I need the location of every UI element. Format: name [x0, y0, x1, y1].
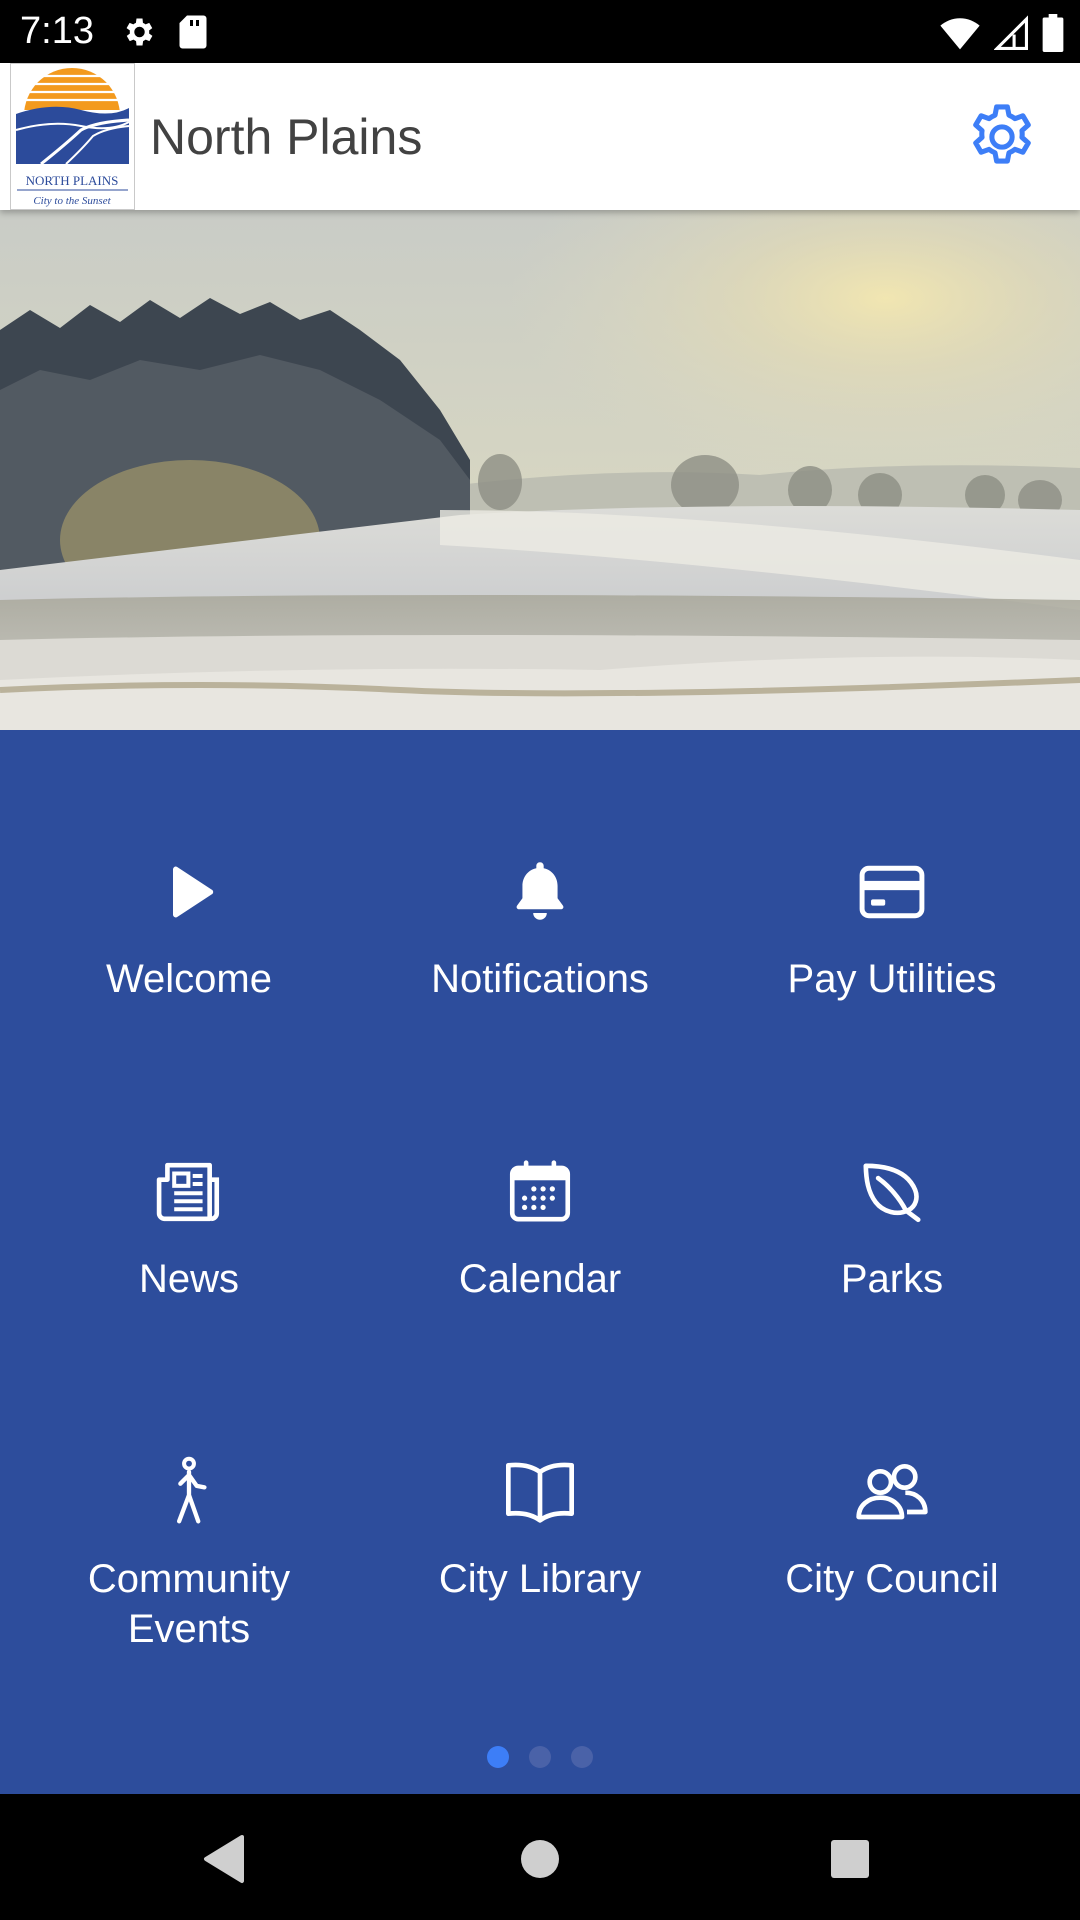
tile-community-events[interactable]: Community Events — [13, 1450, 365, 1710]
tile-label: News — [138, 1257, 240, 1301]
menu-panel: Welcome Notifications Pay Utilities News… — [0, 730, 1080, 1794]
tile-label: City Council — [785, 1557, 999, 1601]
tile-welcome[interactable]: Welcome — [13, 850, 365, 1110]
svg-text:NORTH PLAINS: NORTH PLAINS — [26, 173, 119, 188]
tile-parks[interactable]: Parks — [716, 1150, 1068, 1410]
walking-person-icon — [147, 1450, 231, 1534]
status-time: 7:13 — [20, 10, 94, 52]
sd-card-icon — [179, 15, 207, 49]
signal-icon — [994, 15, 1028, 50]
page-dot-3[interactable] — [571, 1746, 593, 1768]
app-title: North Plains — [150, 109, 423, 165]
status-bar: 7:13 — [0, 0, 1080, 63]
gear-icon — [973, 104, 1031, 164]
home-icon — [521, 1840, 559, 1878]
app-bar: NORTH PLAINS City to the Sunset North Pl… — [0, 63, 1080, 210]
tile-city-council[interactable]: City Council — [716, 1450, 1068, 1710]
settings-icon — [126, 18, 153, 46]
tile-label: Calendar — [458, 1257, 622, 1301]
tile-city-library[interactable]: City Library — [364, 1450, 716, 1710]
back-icon — [204, 1835, 244, 1883]
page-indicator[interactable] — [0, 1746, 1080, 1768]
svg-text:City to the Sunset: City to the Sunset — [33, 195, 111, 207]
tile-label: Community Events — [87, 1557, 291, 1651]
bell-icon — [498, 850, 582, 934]
tile-label: Welcome — [106, 957, 272, 1001]
calendar-icon — [498, 1150, 582, 1234]
people-icon — [850, 1450, 934, 1534]
page-dot-2[interactable] — [529, 1746, 551, 1768]
recents-icon — [831, 1840, 869, 1878]
hero-image — [0, 210, 1080, 730]
credit-card-icon — [850, 850, 934, 934]
play-icon — [147, 850, 231, 934]
status-left-icons — [120, 14, 208, 50]
battery-icon — [1042, 14, 1064, 52]
tile-label: Parks — [840, 1257, 944, 1301]
recents-button[interactable] — [815, 1824, 885, 1894]
open-book-icon — [498, 1450, 582, 1534]
tile-news[interactable]: News — [13, 1150, 365, 1410]
wifi-icon — [940, 18, 980, 50]
system-nav-bar — [0, 1794, 1080, 1920]
leaf-icon — [850, 1150, 934, 1234]
back-button[interactable] — [188, 1824, 258, 1894]
settings-button[interactable] — [964, 99, 1040, 175]
city-logo: NORTH PLAINS City to the Sunset — [10, 63, 135, 210]
tile-label: City Library — [438, 1557, 642, 1601]
tile-label: Notifications — [431, 957, 649, 1001]
status-right-icons — [940, 14, 1064, 52]
newspaper-icon — [147, 1150, 231, 1234]
tile-calendar[interactable]: Calendar — [364, 1150, 716, 1410]
page-dot-1[interactable] — [487, 1746, 509, 1768]
home-button[interactable] — [505, 1824, 575, 1894]
tile-pay-utilities[interactable]: Pay Utilities — [716, 850, 1068, 1110]
tile-notifications[interactable]: Notifications — [364, 850, 716, 1110]
tile-label: Pay Utilities — [787, 957, 997, 1001]
